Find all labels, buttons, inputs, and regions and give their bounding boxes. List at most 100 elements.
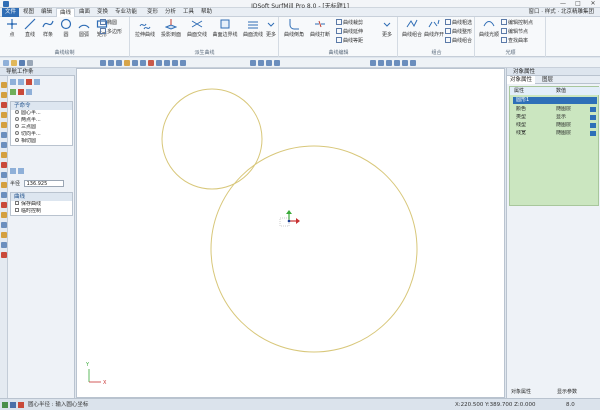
curve-reshape-button[interactable]: 曲线整形	[445, 28, 472, 36]
curve-rough-button[interactable]: 曲线粗选	[445, 19, 472, 27]
rotate-icon[interactable]	[148, 60, 154, 66]
curve-smooth-button[interactable]: 曲线光顺	[478, 18, 500, 38]
prop-value[interactable]: 随图层	[556, 122, 571, 129]
camera-icon[interactable]	[386, 60, 392, 66]
view-top-icon[interactable]	[108, 60, 114, 66]
prop-value[interactable]: 随图层	[556, 130, 571, 137]
surface-flowline-button[interactable]: 曲面流线	[241, 18, 265, 38]
help-icon[interactable]	[26, 89, 32, 95]
zoom-icon[interactable]	[132, 60, 138, 66]
tool-13-icon[interactable]	[1, 202, 7, 208]
edit-icon[interactable]	[590, 123, 596, 128]
curve-join-button[interactable]: 曲线组合	[445, 37, 472, 45]
tool-8-icon[interactable]	[1, 152, 7, 158]
surface-boundary-button[interactable]: 曲面边界线	[211, 18, 239, 38]
tool-3-icon[interactable]	[1, 102, 7, 108]
save-curve-checkbox[interactable]: 保存曲线	[11, 201, 72, 208]
select-icon[interactable]	[250, 60, 256, 66]
edit-icon[interactable]	[590, 115, 596, 120]
tool-18-icon[interactable]	[1, 252, 7, 258]
tool-9-icon[interactable]	[1, 162, 7, 168]
temp-control-checkbox[interactable]: 临时控制	[11, 208, 72, 215]
option-two-point[interactable]: 两点半...	[11, 117, 72, 124]
tool-7-icon[interactable]	[1, 142, 7, 148]
snap-icon[interactable]	[180, 60, 186, 66]
snap-point-icon[interactable]	[18, 168, 24, 174]
render-icon[interactable]	[370, 60, 376, 66]
group-row[interactable]: 圆形1	[513, 97, 597, 104]
radius-input[interactable]: 136.925	[23, 180, 64, 187]
tab-right-info[interactable]: 窗口 · 样式 · 北京精雕集团	[529, 8, 595, 17]
shade-icon[interactable]	[124, 60, 130, 66]
view-right-icon[interactable]	[116, 60, 122, 66]
extrude-curve-button[interactable]: 拉伸曲线	[133, 18, 157, 38]
ellipse-button[interactable]: 椭圆	[100, 19, 117, 27]
panel-tool-b-icon[interactable]	[18, 79, 24, 85]
status-stop-icon[interactable]	[18, 402, 24, 408]
arc-button[interactable]: 圆弧	[74, 18, 94, 38]
tab-view[interactable]: 视图	[20, 8, 37, 17]
tab-tools[interactable]: 工具	[180, 8, 197, 17]
spline-button[interactable]: 样条	[38, 18, 58, 38]
origin-gizmo[interactable]	[279, 210, 300, 227]
large-circle[interactable]	[210, 145, 418, 353]
status-ok-icon[interactable]	[2, 402, 8, 408]
footer-tab-properties[interactable]: 对象属性	[511, 388, 531, 396]
tab-layers[interactable]: 图层	[539, 76, 556, 84]
curve-break-button[interactable]: 曲线打断	[308, 18, 332, 38]
option-tangent-radius[interactable]: 切向半...	[11, 131, 72, 138]
confirm-icon[interactable]	[10, 89, 16, 95]
curve-fillet-button[interactable]: 曲线倒角	[282, 18, 306, 38]
line-button[interactable]: 直线	[20, 18, 40, 38]
surface-intersection-button[interactable]: 曲面交线	[185, 18, 209, 38]
save-icon[interactable]	[19, 60, 25, 66]
tab-help[interactable]: 帮助	[198, 8, 215, 17]
tab-analysis[interactable]: 分析	[162, 8, 179, 17]
pan-icon[interactable]	[140, 60, 146, 66]
option-center-radius[interactable]: 圆心半...	[11, 110, 72, 117]
drawing-canvas[interactable]: Y X	[76, 68, 505, 398]
tool-6-icon[interactable]	[1, 132, 7, 138]
tab-edit[interactable]: 编辑	[38, 8, 55, 17]
grid-icon[interactable]	[266, 60, 272, 66]
panel-tool-a-icon[interactable]	[10, 79, 16, 85]
edit-control-points-button[interactable]: 编辑控制点	[501, 19, 533, 27]
texture-icon[interactable]	[402, 60, 408, 66]
tool-15-icon[interactable]	[1, 222, 7, 228]
curve-explode-button[interactable]: 曲线炸开	[423, 18, 445, 38]
settings-icon[interactable]	[410, 60, 416, 66]
edit-more-button[interactable]: 更多	[378, 18, 396, 38]
project-to-surface-button[interactable]: 投影到面	[159, 18, 183, 38]
curve-trim-button[interactable]: 曲线裁剪	[336, 19, 363, 27]
tab-curve[interactable]: 曲线	[56, 8, 76, 17]
edit-icon[interactable]	[590, 131, 596, 136]
tab-deform[interactable]: 变形	[144, 8, 161, 17]
close-button[interactable]: ✕	[586, 0, 600, 8]
layer-icon[interactable]	[172, 60, 178, 66]
prop-value[interactable]: 随图层	[556, 106, 571, 113]
tool-5-icon[interactable]	[1, 122, 7, 128]
panel-tool-c-icon[interactable]	[26, 79, 32, 85]
tab-transform[interactable]: 变换	[94, 8, 111, 17]
tool-16-icon[interactable]	[1, 232, 7, 238]
edit-nodes-button[interactable]: 编辑节点	[501, 28, 528, 36]
new-icon[interactable]	[3, 60, 9, 66]
polygon-button[interactable]: 多边形	[100, 28, 122, 36]
tool-17-icon[interactable]	[1, 242, 7, 248]
footer-tab-display[interactable]: 显示参数	[557, 388, 577, 396]
tab-pro[interactable]: 专业功能	[112, 8, 140, 17]
option-tangent-circle[interactable]: 相切圆	[11, 138, 72, 145]
tool-12-icon[interactable]	[1, 192, 7, 198]
curvature-button[interactable]: 查找曲率	[501, 37, 528, 45]
tool-2-icon[interactable]	[1, 92, 7, 98]
material-icon[interactable]	[394, 60, 400, 66]
pick-point-icon[interactable]	[10, 168, 16, 174]
tool-4-icon[interactable]	[1, 112, 7, 118]
edit-icon[interactable]	[590, 107, 596, 112]
light-icon[interactable]	[378, 60, 384, 66]
option-three-point[interactable]: 三点圆	[11, 124, 72, 131]
tab-file[interactable]: 文件	[2, 8, 20, 17]
tab-object-properties[interactable]: 对象属性	[507, 76, 536, 84]
filter-icon[interactable]	[258, 60, 264, 66]
window-zoom-icon[interactable]	[164, 60, 170, 66]
